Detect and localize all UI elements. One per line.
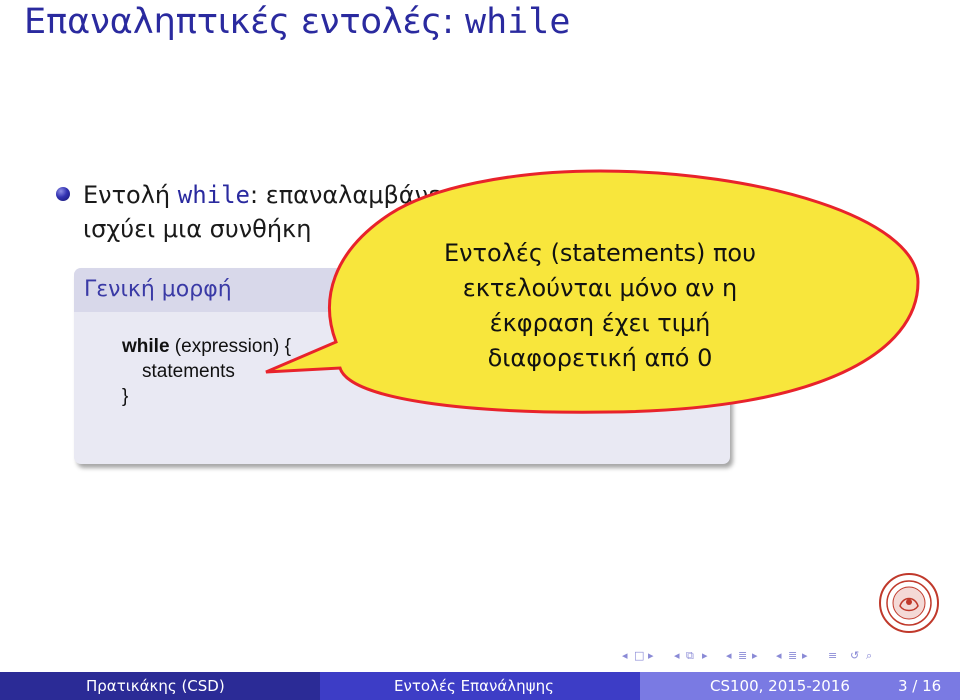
nav-zoom-icon[interactable]: ⌕ [866, 649, 872, 663]
nav-section-icon[interactable]: ≣ [738, 649, 747, 662]
footer-author: Πρατικάκης (CSD) [86, 677, 225, 695]
footer-course-section: CS100, 2015-2016 3 / 16 [640, 672, 960, 700]
nav-frame-right-icon[interactable]: ▸ [648, 649, 654, 662]
footer-course: CS100, 2015-2016 [710, 677, 850, 695]
nav-subsection-right-icon[interactable]: ▸ [702, 649, 708, 662]
nav-part-right-icon[interactable]: ▸ [802, 649, 808, 662]
nav-section-left-icon[interactable]: ◂ [726, 649, 732, 662]
callout-line-3: έκφραση έχει τιμή [489, 309, 711, 337]
nav-search-icon[interactable]: ↺ [850, 649, 859, 662]
footer-topic: Εντολές Επανάληψης [394, 677, 554, 695]
callout-text: Εντολές (statements) που εκτελούνται μόν… [390, 236, 810, 376]
university-seal-logo [879, 573, 939, 633]
nav-subsection-icon[interactable]: ⧉ [686, 649, 694, 663]
callout-line-1: Εντολές (statements) που [443, 239, 757, 267]
footer-author-section: Πρατικάκης (CSD) [0, 672, 320, 700]
callout-line-4: διαφορετική από 0 [487, 344, 713, 372]
footer-topic-section: Εντολές Επανάληψης [320, 672, 640, 700]
nav-subsection-left-icon[interactable]: ◂ [674, 649, 680, 662]
nav-frame-left-icon[interactable]: ◂ [622, 649, 628, 662]
nav-part-icon[interactable]: ≣ [788, 649, 797, 662]
footer-page-number: 3 / 16 [898, 677, 942, 695]
nav-part-left-icon[interactable]: ◂ [776, 649, 782, 662]
footer-bar: Πρατικάκης (CSD) Εντολές Επανάληψης CS10… [0, 672, 960, 700]
callout-line-2: εκτελούνται μόνο αν η [462, 274, 738, 302]
nav-align-icon[interactable]: ≡ [828, 649, 837, 662]
nav-frame-icon[interactable]: □ [634, 649, 644, 662]
navigation-bar: ◂ □ ▸ ◂ ⧉ ▸ ◂ ≣ ▸ ◂ ≣ ▸ ≡ ↺ ⌕ [622, 649, 952, 663]
nav-section-right-icon[interactable]: ▸ [752, 649, 758, 662]
